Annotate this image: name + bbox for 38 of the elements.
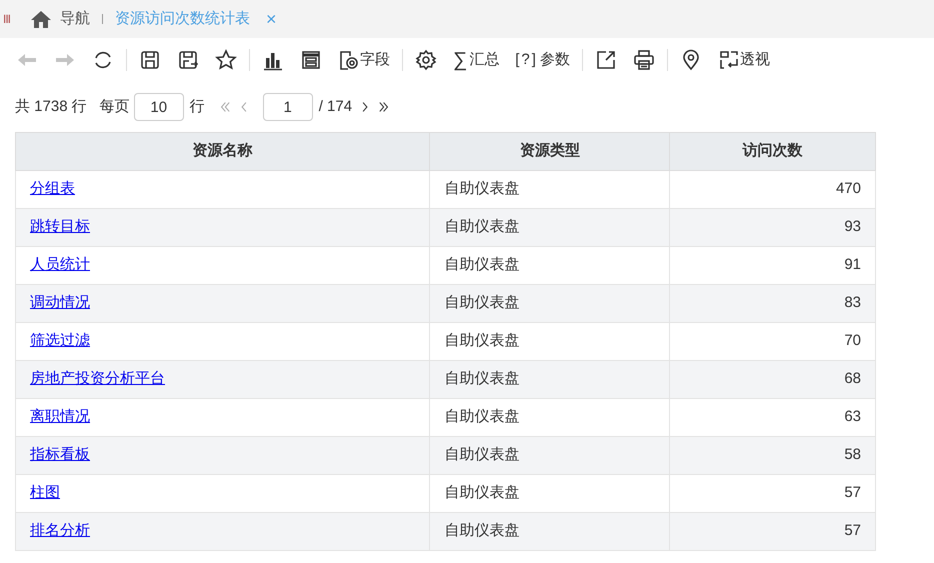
printer-icon [632, 49, 655, 71]
page-field[interactable]: 1 [262, 93, 313, 121]
rows-unit: 行 [190, 96, 205, 117]
per-page-field[interactable]: 10 [134, 93, 184, 121]
resource-link[interactable]: 筛选过滤 [30, 332, 90, 350]
toolbar-button[interactable]: ∑汇总 [445, 44, 508, 76]
star-icon [215, 49, 237, 71]
menu-icon[interactable]: III [3, 10, 10, 28]
resource-link[interactable]: 排名分析 [30, 522, 90, 540]
toolbar-button[interactable]: 字段 [330, 44, 398, 76]
page-count: / 174 [318, 96, 352, 117]
settings-icon [415, 49, 437, 71]
resource-link[interactable]: 指标看板 [30, 446, 90, 464]
pivot-icon [718, 49, 740, 71]
column-header[interactable]: 资源名称 [16, 132, 430, 170]
column-header[interactable]: 资源类型 [430, 132, 670, 170]
resource-link[interactable]: 跳转目标 [30, 218, 90, 236]
document-gear-icon [338, 49, 360, 71]
refresh-icon [92, 49, 114, 71]
resource-link[interactable]: 柱图 [30, 484, 60, 502]
home-icon [30, 8, 52, 30]
per-page-label: 每页 [100, 96, 130, 117]
home-tab[interactable]: 导航 [30, 8, 90, 30]
column-header[interactable]: 访问次数 [670, 132, 876, 170]
save-icon [139, 49, 161, 71]
table-cell: 57 [670, 512, 876, 550]
row-total: 共 1738 行 [15, 96, 87, 117]
toolbar-button[interactable]: 透视 [710, 44, 778, 76]
resource-link[interactable]: 离职情况 [30, 408, 90, 426]
export-icon [594, 49, 617, 71]
resource-link[interactable]: 调动情况 [30, 294, 90, 312]
resource-link[interactable]: 房地产投资分析平台 [30, 370, 165, 388]
resource-link[interactable]: 分组表 [30, 180, 75, 198]
layout-icon [300, 49, 322, 71]
toolbar-button[interactable]: [?]参数 [507, 44, 578, 76]
save-as-icon [177, 49, 199, 71]
table-cell: 自助仪表盘 [430, 512, 670, 550]
resource-link[interactable]: 人员统计 [30, 256, 90, 274]
